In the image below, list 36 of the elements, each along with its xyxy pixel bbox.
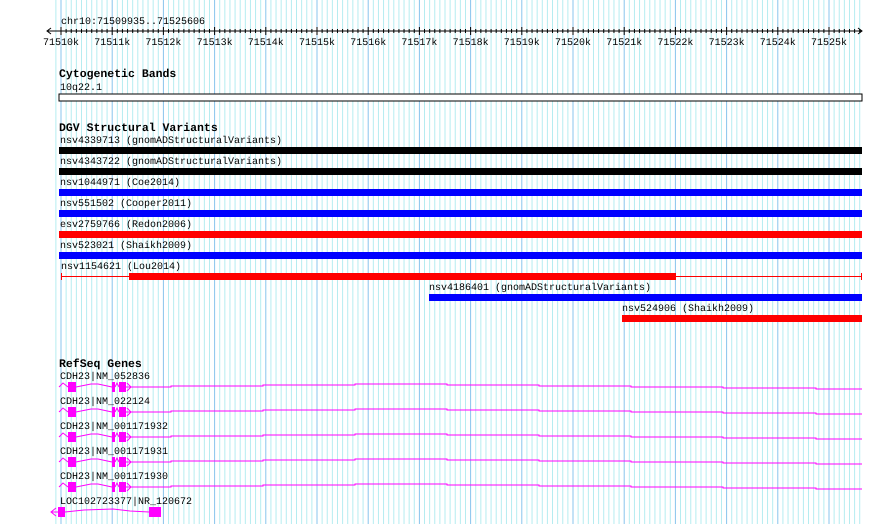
tick-label: 71513k bbox=[196, 38, 233, 49]
variant-label: nsv4339713 (gnomADStructuralVariants) bbox=[60, 136, 282, 147]
tick-label: 71519k bbox=[504, 38, 540, 49]
location-label: chr10:71509935..71525606 bbox=[61, 17, 206, 28]
gene-label: CDH23|NM_052836 bbox=[60, 372, 150, 383]
tick-label: 71510k bbox=[43, 38, 79, 49]
track-title: DGV Structural Variants bbox=[59, 122, 218, 135]
gene-label: CDH23|NM_001171930 bbox=[60, 472, 168, 483]
tick-label: 71520k bbox=[555, 38, 591, 49]
tick-label: 71518k bbox=[452, 38, 489, 49]
gene-label: CDH23|NM_022124 bbox=[60, 397, 150, 408]
gene-label: CDH23|NM_001171931 bbox=[60, 447, 168, 458]
tick-label: 71512k bbox=[145, 38, 182, 49]
tick-label: 71523k bbox=[708, 38, 745, 49]
band-label: 10q22.1 bbox=[60, 83, 102, 94]
variant-label: nsv1154621 (Lou2014) bbox=[61, 262, 182, 273]
track-title: Cytogenetic Bands bbox=[59, 68, 176, 81]
variant-label: nsv4343722 (gnomADStructuralVariants) bbox=[60, 157, 282, 168]
tick-label: 71521k bbox=[606, 38, 642, 49]
tick-label: 71525k bbox=[811, 38, 847, 49]
gene-label: CDH23|NM_001171932 bbox=[60, 422, 168, 433]
tick-label: 71514k bbox=[248, 38, 284, 49]
tick-label: 71516k bbox=[350, 38, 386, 49]
tick-label: 71524k bbox=[760, 38, 796, 49]
variant-label: nsv551502 (Cooper2011) bbox=[60, 199, 192, 210]
variant-label: esv2759766 (Redon2006) bbox=[60, 220, 192, 231]
track-title: RefSeq Genes bbox=[59, 358, 142, 371]
tick-label: 71522k bbox=[657, 38, 694, 49]
variant-label: nsv1044971 (Coe2014) bbox=[60, 178, 180, 189]
variant-label: nsv524906 (Shaikh2009) bbox=[622, 304, 754, 315]
tick-label: 71515k bbox=[299, 38, 335, 49]
variant-label: nsv4186401 (gnomADStructuralVariants) bbox=[429, 283, 652, 294]
gene-label: LOC102723377|NR_120672 bbox=[60, 497, 192, 508]
tick-label: 71511k bbox=[94, 38, 130, 49]
variant-label: nsv523021 (Shaikh2009) bbox=[60, 241, 192, 252]
tick-label: 71517k bbox=[401, 38, 438, 49]
